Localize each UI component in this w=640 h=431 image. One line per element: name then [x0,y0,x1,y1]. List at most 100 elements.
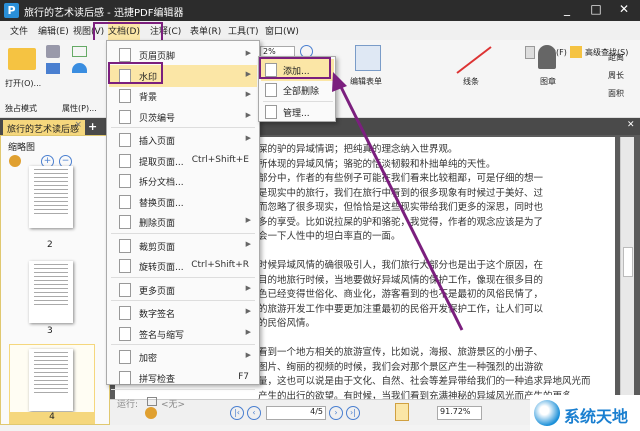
email-icon[interactable] [72,46,87,57]
annotation-box-add [259,57,331,79]
menu-item-icon [119,89,131,103]
thumbnail-page-3[interactable] [29,261,73,323]
menu-item[interactable]: 背景 ▶ [109,85,257,107]
run-item[interactable]: 运行: <无> [109,392,257,414]
save-icon[interactable] [46,45,60,58]
maximize-button[interactable]: □ [584,2,608,16]
menu-item[interactable]: 删除页面 ▶ [109,211,257,233]
document-line: 屎的驴的异域情调；把纯真的理念纳入世界观。 [258,144,458,155]
continuous-page-icon[interactable] [395,403,409,421]
run-value: <无> [161,400,186,410]
menu-shortcut: Ctrl+Shift+E [191,154,249,165]
cloud-icon[interactable] [72,63,87,73]
annotation-box-document-menu [93,22,163,42]
menu-item-icon [119,282,131,297]
submenu-arrow-icon: ▶ [245,69,251,78]
page-number-input[interactable]: 4/5 [266,406,326,420]
menu-item-icon [119,259,131,273]
document-line: 而忽略了很多现实，但恰恰是这些现实带给我们更多的深思，同时也 [258,202,544,213]
edit-form-icon [355,45,381,71]
document-tab[interactable]: 旅行的艺术读后感 × [3,120,85,135]
vertical-scrollbar[interactable] [620,137,634,399]
document-line: 的民俗风情。 [258,318,316,329]
menu-item-label: 签名与缩写 [139,330,185,341]
submenu-arrow-icon: ▶ [245,134,251,142]
document-line: 目的地旅行时候，当地要做好异域风情的保护工作，像现在很多目的 [258,274,544,286]
document-line: 多的享受。比如说拉屎的驴和骆驼，我觉得，作者的观念应该是为了 [258,216,544,228]
stamp-button[interactable]: 图章 [540,76,556,87]
menu-item-icon [119,306,131,320]
watermark-text: 系统天地 [564,407,629,426]
submenu-arrow-icon: ▶ [245,216,251,224]
find-icon [525,46,535,59]
menu-item[interactable]: 插入页面 ▶ [109,129,257,151]
lines-button[interactable]: 线条 [463,76,479,87]
menu-item-label: 替换页面... [139,198,184,209]
close-doc-icon[interactable]: ✕ [627,120,635,130]
tab-label: 旅行的艺术读后感 [7,125,80,135]
perimeter-tool[interactable]: 周长 [608,70,624,81]
panel-title: 缩略图 [8,143,36,153]
advanced-find-icon [570,46,582,58]
menu-item-icon [119,370,131,385]
exclusive-mode-button[interactable]: 独占模式 [5,103,37,114]
distance-tool[interactable]: 距离 [608,52,624,63]
submenu-delete-all[interactable]: 全部删除 [261,79,334,101]
submenu-arrow-icon: ▶ [245,283,251,292]
last-page-button[interactable]: ›| [346,406,360,420]
open-button[interactable]: 打开(O)... [5,78,41,89]
window-title: 旅行的艺术读后感 - 迅捷PDF编辑器 [24,8,184,19]
menu-item-label: 删除页面 [139,219,176,229]
print-icon[interactable] [46,63,60,74]
submenu-arrow-icon: ▶ [245,307,251,315]
properties-button[interactable]: 属性(P)... [62,103,97,114]
add-tab-button[interactable]: + [88,120,97,133]
document-line: 是现实中的旅行，我们在旅行中看到的很多现象有时候过于美好、过 [258,187,544,199]
menu-item-icon [119,326,131,341]
tab-close-icon[interactable]: × [74,120,82,130]
submenu-manage[interactable]: 管理... [261,101,334,123]
document-line: 图片、绚丽的视频的时候，我们会对那个景区产生一种强烈的出游欲 [258,361,544,373]
menu-file[interactable]: 文件 [10,24,28,37]
menu-item-icon [119,174,131,188]
thumbnail-label: 4 [9,412,95,424]
menu-edit[interactable]: 编辑(E) [38,24,69,37]
menu-item-icon [119,133,131,147]
menu-item-label: 背景 [139,93,158,103]
menu-item[interactable]: 拆分文档... [109,170,257,192]
menu-item[interactable]: 旋转页面... Ctrl+Shift+R [109,255,257,277]
document-line: 时候异域风情的确很吸引人，我们旅行大部分也是出于这个原因，在 [258,260,544,271]
menu-item[interactable]: 拼写检查 F7 [109,367,257,389]
menu-item-label: 拆分文档... [139,178,184,188]
menu-shortcut: Ctrl+Shift+R [191,260,249,270]
menu-item[interactable]: 更多页面 ▶ [109,279,257,301]
watermark-logo: 系统天地 [530,395,640,431]
app-logo: P [4,3,19,18]
document-line: 看到一个地方相关的旅游宣传，比如说，海报、旅游景区的小册子、 [258,347,544,358]
menu-item[interactable]: 数字签名 ▶ [109,302,257,324]
settings-gear-icon[interactable] [9,155,21,167]
area-tool[interactable]: 面积 [608,88,624,99]
menu-item[interactable]: 替换页面... [109,191,257,213]
menu-item-icon [119,48,131,62]
thumbnail-page-4[interactable] [29,349,73,411]
menu-item[interactable]: 签名与缩写 ▶ [109,323,257,345]
document-line: 会一下人性中的坦白率直的一面。 [258,231,401,242]
menu-item[interactable]: 加密 ▶ [109,346,257,368]
edit-form-button[interactable]: 编辑表单 [350,76,382,87]
menu-item-label: 页眉页脚 [139,52,176,62]
menu-item[interactable]: 提取页面... Ctrl+Shift+E [109,150,257,172]
menu-tools[interactable]: 工具(T) [228,24,259,37]
zoom-level-select[interactable]: 91.72% [437,406,482,420]
line-tool-icon[interactable] [455,45,495,75]
menu-item-label: 更多页面 [139,286,176,297]
menu-item[interactable]: 裁剪页面 ▶ [109,235,257,257]
menu-item-label: 加密 [139,354,158,364]
menu-form[interactable]: 表单(R) [190,24,221,37]
minimize-button[interactable]: _ [555,2,579,16]
menu-item[interactable]: 贝茨编号 ▶ [109,106,257,128]
close-button[interactable]: ✕ [612,2,636,16]
next-page-button[interactable]: › [329,406,343,420]
menu-window[interactable]: 窗口(W) [265,24,299,37]
thumbnail-page-2[interactable] [29,166,73,228]
